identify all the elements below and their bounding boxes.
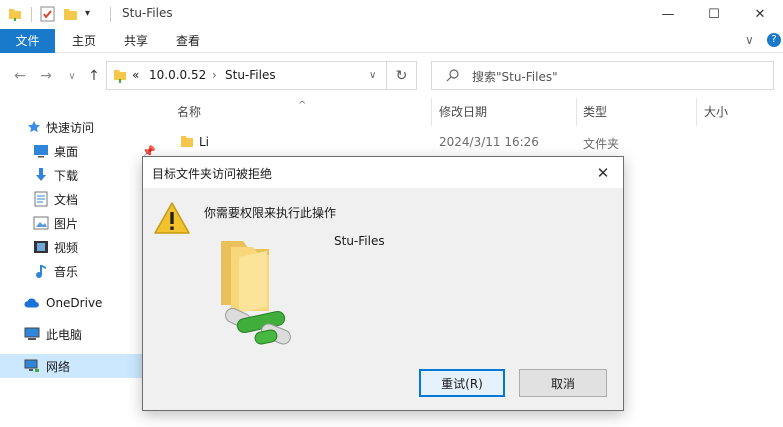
address-bar[interactable]: « 10.0.0.52 › Stu-Files ∨	[106, 61, 387, 90]
address-dropdown-icon[interactable]: ∨	[369, 70, 376, 81]
expand-ribbon-icon[interactable]: ∨	[745, 33, 754, 47]
breadcrumb-folder[interactable]: Stu-Files	[225, 68, 276, 82]
explorer-window: ▾ Stu-Files — ☐ ✕ 文件 主页 共享 查看 ∨ ? ← → ∨ …	[0, 0, 783, 427]
file-name: Li	[199, 135, 210, 149]
sidebar-item-label: 图片	[54, 216, 79, 231]
separator	[31, 7, 32, 22]
file-modified: 2024/3/11 16:26	[439, 135, 539, 149]
new-folder-icon[interactable]	[63, 6, 78, 22]
sidebar-item-label: 此电脑	[46, 327, 83, 342]
address-overflow[interactable]: «	[132, 68, 139, 82]
warning-icon	[153, 201, 191, 238]
search-icon	[446, 68, 460, 85]
refresh-button[interactable]: ↻	[387, 61, 417, 90]
folder-icon	[180, 134, 194, 151]
maximize-button[interactable]: ☐	[691, 0, 737, 29]
tab-view[interactable]: 查看	[166, 29, 210, 53]
download-icon	[33, 167, 49, 183]
file-type: 文件夹	[583, 137, 620, 151]
column-divider[interactable]	[576, 98, 577, 126]
sidebar-item-label: 下载	[54, 168, 79, 183]
retry-button[interactable]: 重试(R)	[419, 369, 505, 397]
forward-button[interactable]: →	[36, 67, 56, 85]
column-header-name[interactable]: 名称	[177, 98, 201, 126]
folder-network-icon[interactable]	[8, 6, 22, 22]
search-box[interactable]: 搜索"Stu-Files"	[431, 61, 774, 90]
sort-indicator-icon: ^	[298, 100, 307, 111]
title-bar: ▾ Stu-Files — ☐ ✕	[0, 0, 783, 29]
network-folder-icon	[113, 68, 127, 87]
dialog-message: 你需要权限来执行此操作	[204, 206, 337, 220]
breadcrumb-host[interactable]: 10.0.0.52	[149, 68, 206, 82]
network-folder-icon	[215, 235, 299, 356]
sidebar-item-label: 视频	[54, 240, 79, 255]
back-button[interactable]: ←	[10, 67, 30, 85]
music-icon	[33, 263, 49, 279]
sidebar-item-label: 网络	[46, 359, 71, 374]
picture-icon	[33, 215, 49, 231]
column-header-size[interactable]: 大小	[704, 98, 728, 126]
cloud-icon	[24, 295, 40, 311]
column-divider[interactable]	[431, 98, 432, 126]
column-header-modified[interactable]: 修改日期	[439, 98, 487, 126]
properties-icon[interactable]	[40, 6, 55, 22]
dialog-close-button[interactable]: ✕	[583, 157, 623, 188]
tab-file[interactable]: 文件	[0, 29, 55, 53]
tab-home[interactable]: 主页	[62, 29, 106, 53]
sidebar-item-label: 文档	[54, 192, 79, 207]
network-icon	[24, 358, 40, 374]
tab-share[interactable]: 共享	[114, 29, 158, 53]
column-header-type[interactable]: 类型	[583, 98, 607, 126]
document-icon	[33, 191, 49, 207]
column-divider[interactable]	[696, 98, 697, 126]
dialog-title: 目标文件夹访问被拒绝	[152, 167, 273, 181]
breadcrumb-separator-icon[interactable]: ›	[212, 68, 217, 82]
ribbon-tabs: 文件 主页 共享 查看 ∨ ?	[0, 29, 783, 53]
close-button[interactable]: ✕	[737, 0, 783, 29]
access-denied-dialog: 目标文件夹访问被拒绝 ✕ 你需要权限来执行此操作 Stu-Files 重试(R)…	[142, 156, 624, 411]
sidebar-item-label: 快速访问	[46, 120, 95, 135]
minimize-button[interactable]: —	[645, 0, 691, 29]
dialog-title-bar: 目标文件夹访问被拒绝 ✕	[143, 157, 623, 188]
up-button[interactable]: ↑	[84, 67, 104, 85]
separator	[110, 7, 111, 22]
help-icon[interactable]: ?	[767, 33, 781, 47]
window-title: Stu-Files	[122, 6, 173, 20]
sidebar-item-label: OneDrive	[46, 296, 103, 310]
star-icon	[26, 119, 42, 135]
sidebar-item-label: 桌面	[54, 144, 79, 159]
search-placeholder: 搜索"Stu-Files"	[472, 70, 558, 84]
cancel-button[interactable]: 取消	[519, 369, 607, 397]
sidebar-item-label: 音乐	[54, 264, 79, 279]
customize-quick-access-icon[interactable]: ▾	[85, 8, 90, 19]
sidebar-item-quick-access[interactable]: 快速访问	[0, 115, 170, 139]
computer-icon	[24, 326, 40, 342]
video-icon	[33, 239, 49, 255]
desktop-icon	[33, 143, 49, 159]
recent-locations-button[interactable]: ∨	[62, 67, 82, 85]
folder-name: Stu-Files	[334, 234, 385, 248]
